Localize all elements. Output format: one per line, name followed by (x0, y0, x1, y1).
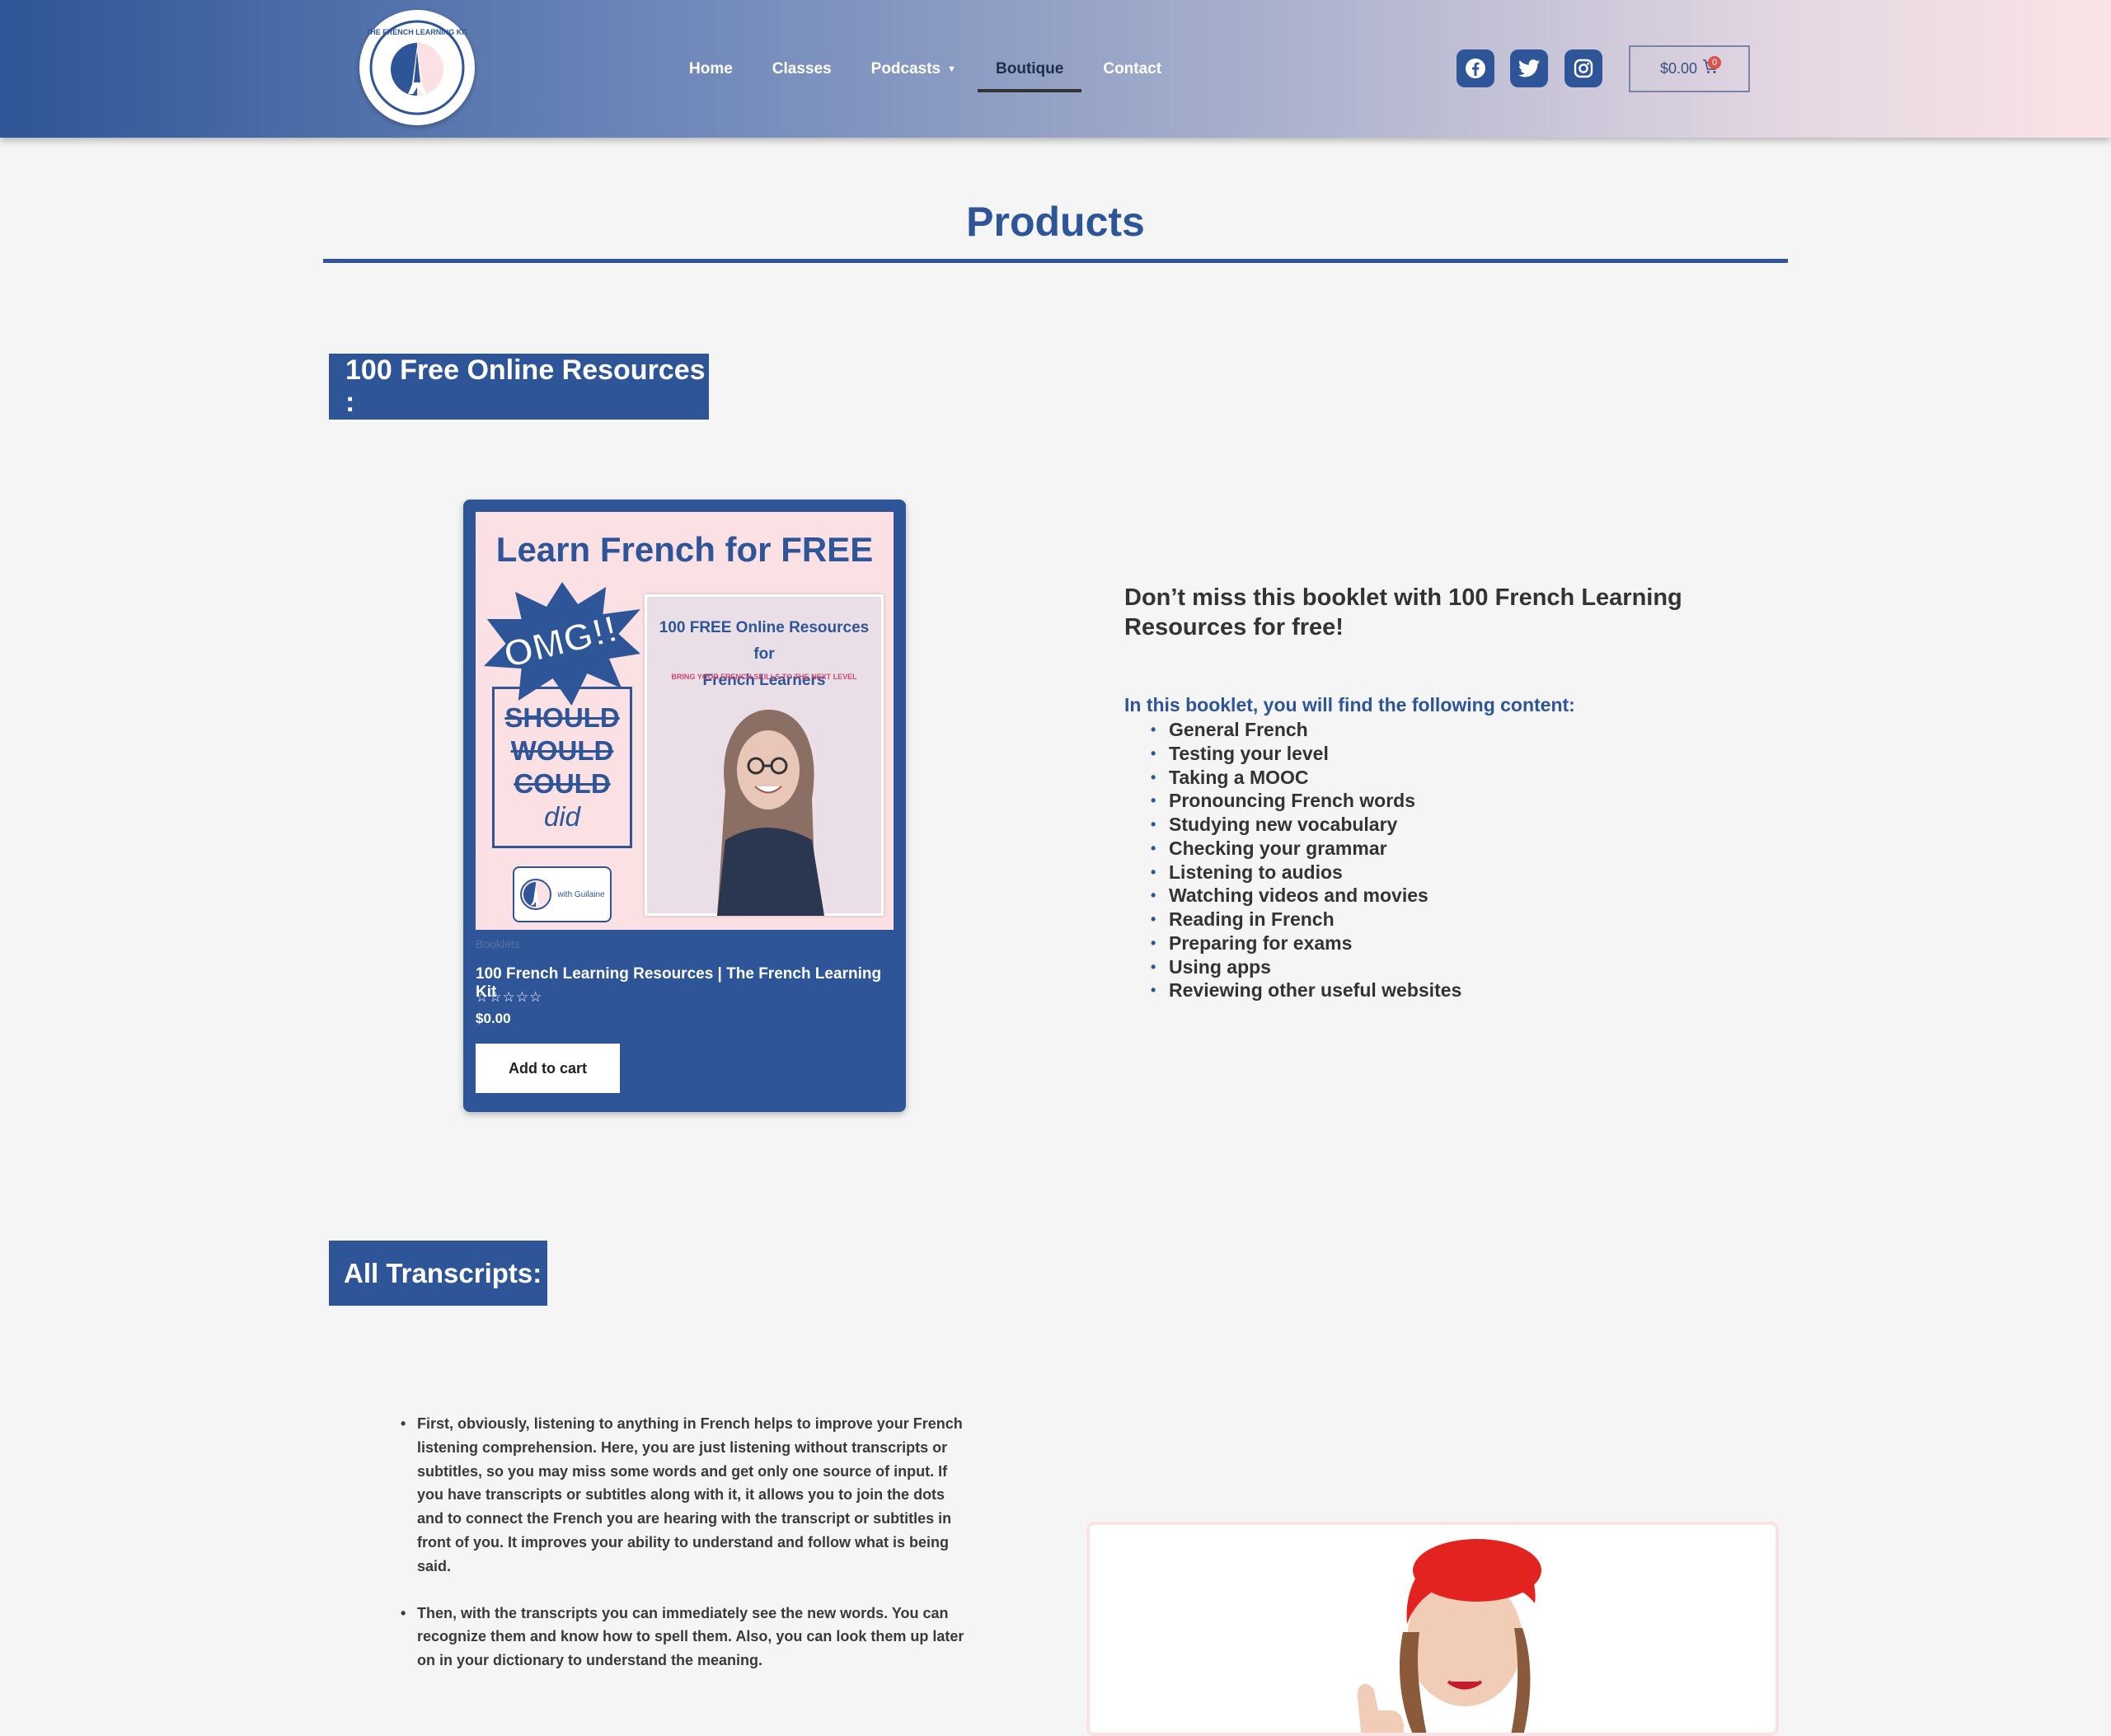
cart-button[interactable]: $0.00 0 (1629, 45, 1750, 92)
page-title: Products (966, 199, 1145, 245)
list-item: Listening to audios (1151, 861, 1461, 884)
nav-podcasts[interactable]: Podcasts ▼ (851, 46, 976, 92)
star-rating: ☆☆☆☆☆ (476, 989, 543, 1005)
add-to-cart-button[interactable]: Add to cart (476, 1044, 620, 1093)
cover-title: Learn French for FREE (495, 530, 874, 569)
list-item: Reading in French (1151, 908, 1461, 931)
booklet-subtitle: BRING YOUR FRENCH SKILLS TO THE NEXT LEV… (671, 673, 857, 681)
instagram-icon[interactable] (1564, 49, 1602, 87)
modal-verbs-box: SHOULD WOULD COULD did (492, 687, 632, 848)
transcripts-benefits-list: First, obviously, listening to anything … (401, 1412, 969, 1696)
list-item: Checking your grammar (1151, 837, 1461, 861)
free-resources-heading: 100 Free Online Resources : (329, 354, 709, 420)
list-item: Then, with the transcripts you can immed… (401, 1602, 969, 1673)
product-card: Learn French for FREE OMG!! SHOULD WOULD… (463, 500, 906, 1112)
facebook-icon[interactable] (1457, 49, 1494, 87)
list-item: Pronouncing French words (1151, 789, 1461, 813)
booklet-contents-list: General French Testing your level Taking… (1151, 718, 1461, 1002)
list-item: Studying new vocabulary (1151, 813, 1461, 837)
list-item: Taking a MOOC (1151, 766, 1461, 790)
list-item: General French (1151, 718, 1461, 742)
main-nav: Home Classes Podcasts ▼ Boutique Contact (669, 46, 1181, 92)
woman-with-beret-image (1090, 1525, 1776, 1733)
list-item: Using apps (1151, 955, 1461, 979)
mini-logo: with Guilaine (513, 866, 612, 922)
person-photo (717, 709, 824, 916)
nav-boutique[interactable]: Boutique (976, 46, 1083, 92)
cart-count-badge: 0 (1708, 56, 1721, 69)
nav-classes[interactable]: Classes (753, 46, 851, 92)
eiffel-icon (520, 879, 552, 910)
cart-amount: $0.00 (1659, 60, 1698, 77)
booklet-cover: 100 FREE Online Resources for French Lea… (645, 594, 884, 916)
site-logo[interactable]: THE FRENCH LEARNING KIT (359, 10, 475, 125)
product-image[interactable]: Learn French for FREE OMG!! SHOULD WOULD… (476, 512, 894, 930)
transcripts-heading: All Transcripts: (329, 1241, 547, 1306)
list-item: Reviewing other useful websites (1151, 978, 1461, 1002)
list-item: Watching videos and movies (1151, 884, 1461, 908)
eiffel-logo-icon: THE FRENCH LEARNING KIT (368, 20, 467, 115)
promo-photo (1086, 1522, 1779, 1736)
title-divider (323, 259, 1788, 263)
nav-contact[interactable]: Contact (1083, 46, 1181, 92)
list-item: First, obviously, listening to anything … (401, 1412, 969, 1579)
booklet-intro: In this booklet, you will find the follo… (1124, 694, 1575, 716)
chevron-down-icon: ▼ (947, 64, 957, 74)
booklet-title: 100 FREE Online Resources for French Lea… (659, 619, 870, 689)
product-category[interactable]: Booklets (476, 937, 520, 950)
svg-text:THE FRENCH LEARNING KIT: THE FRENCH LEARNING KIT (368, 28, 467, 36)
booklet-heading: Don’t miss this booklet with 100 French … (1124, 584, 1682, 640)
site-header: THE FRENCH LEARNING KIT Home Classes Pod… (0, 0, 2111, 138)
twitter-icon[interactable] (1510, 49, 1548, 87)
nav-home[interactable]: Home (669, 46, 753, 92)
product-price: $0.00 (476, 1011, 511, 1026)
list-item: Testing your level (1151, 742, 1461, 766)
list-item: Preparing for exams (1151, 931, 1461, 955)
